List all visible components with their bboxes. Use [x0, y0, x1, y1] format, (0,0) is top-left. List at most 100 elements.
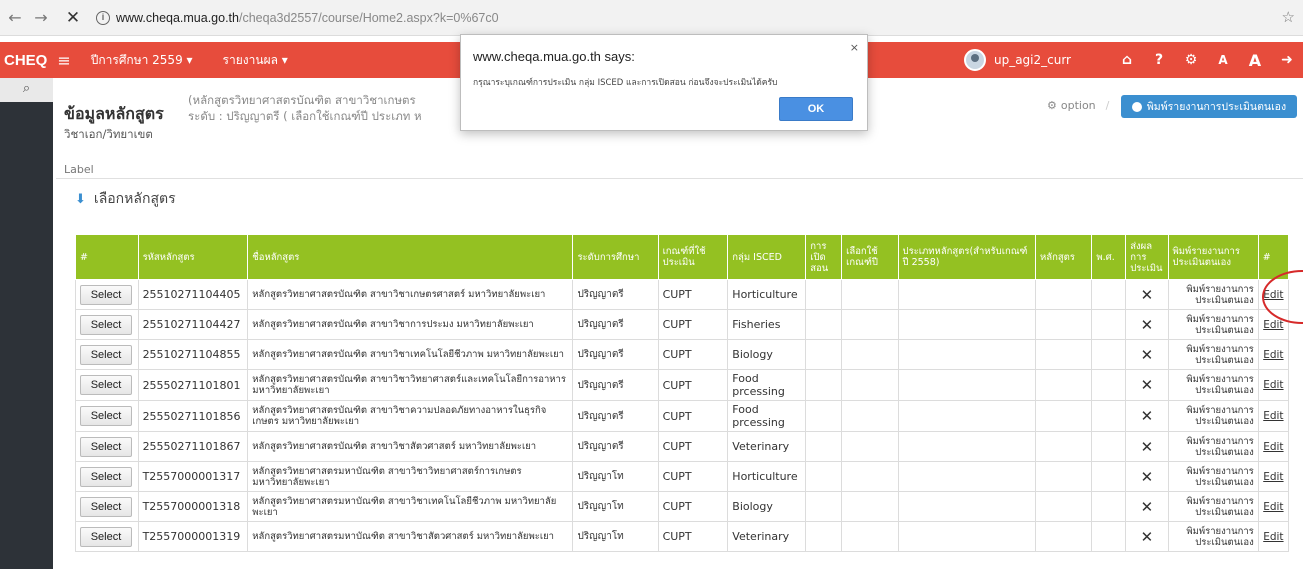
url-path: /cheqa3d2557/course/Home2.aspx?k=0%67c0 — [239, 11, 499, 25]
teaching-cell — [805, 431, 843, 462]
select-cell: Select — [75, 521, 139, 552]
search-icon[interactable]: ⌕ — [0, 78, 53, 102]
course-table: # รหัสหลักสูตร ชื่อหลักสูตร ระดับการศึกษ… — [75, 234, 1290, 552]
back-arrow-icon[interactable]: ← — [4, 8, 26, 27]
select-button[interactable]: Select — [80, 314, 132, 335]
table-row: Select 25550271101801 หลักสูตรวิทยาศาสตรบั… — [75, 369, 1290, 401]
edit-link[interactable]: Edit — [1257, 339, 1290, 370]
course-type-cell — [897, 431, 1036, 462]
course-level: ปริญญาโท — [572, 461, 659, 492]
course-level: ปริญญาตรี — [572, 400, 659, 432]
font-increase-icon[interactable]: A — [1239, 51, 1271, 70]
criteria-year-cell — [841, 369, 899, 401]
font-decrease-icon[interactable]: A — [1207, 53, 1239, 67]
avatar — [963, 49, 986, 71]
select-button[interactable]: Select — [80, 375, 132, 395]
select-cell: Select — [75, 279, 139, 310]
print-report-link[interactable]: พิมพ์รายงานการประเมินตนเอง — [1167, 461, 1259, 492]
alert-dialog: www.cheqa.mua.go.th says: × กรุณาระบุเกณ… — [460, 34, 868, 131]
course-criteria: CUPT — [657, 521, 729, 552]
course-criteria: CUPT — [657, 369, 729, 401]
not-submitted-icon: ✕ — [1125, 491, 1169, 522]
select-cell: Select — [75, 461, 139, 492]
not-submitted-icon: ✕ — [1125, 521, 1169, 552]
select-button[interactable]: Select — [80, 344, 132, 365]
print-report-link[interactable]: พิมพ์รายงานการประเมินตนเอง — [1167, 431, 1259, 462]
site-info-icon[interactable]: i — [96, 11, 110, 25]
close-icon[interactable]: × — [850, 41, 859, 54]
course-cell — [1034, 339, 1093, 370]
not-submitted-icon: ✕ — [1125, 309, 1169, 340]
edit-link[interactable]: Edit — [1257, 461, 1290, 492]
course-isced: Veterinary — [727, 521, 807, 552]
year-cell — [1091, 461, 1127, 492]
teaching-cell — [805, 369, 843, 401]
print-self-assessment-button[interactable]: พิมพ์รายงานการประเมินตนเอง — [1121, 95, 1297, 118]
course-name: หลักสูตรวิทยาศาสตรบัณฑิต สาขาวิชาวิทยาศา… — [247, 369, 574, 401]
select-button[interactable]: Select — [80, 466, 132, 487]
edit-link[interactable]: Edit — [1257, 491, 1290, 522]
bookmark-star-icon[interactable]: ☆ — [1282, 8, 1295, 26]
course-criteria: CUPT — [657, 339, 729, 370]
home-icon[interactable]: ⌂ — [1111, 52, 1143, 68]
course-type-cell — [897, 339, 1036, 370]
address-bar[interactable]: i www.cheqa.mua.go.th/cheqa3d2557/course… — [96, 6, 1276, 30]
not-submitted-icon: ✕ — [1125, 339, 1169, 370]
year-cell — [1091, 369, 1127, 401]
edit-link[interactable]: Edit — [1257, 400, 1290, 432]
settings-icon[interactable]: ⚙ — [1175, 52, 1207, 68]
course-cell — [1034, 400, 1093, 432]
print-report-link[interactable]: พิมพ์รายงานการประเมินตนเอง — [1167, 400, 1259, 432]
print-report-link[interactable]: พิมพ์รายงานการประเมินตนเอง — [1167, 309, 1259, 340]
forward-arrow-icon[interactable]: → — [30, 8, 52, 27]
logout-icon[interactable]: ➜ — [1271, 52, 1303, 68]
download-icon: ⬇ — [75, 191, 86, 207]
option-link[interactable]: ⚙ option / — [1047, 99, 1109, 112]
table-row: Select 25510271104405 หลักสูตรวิทยาศาสตรบั… — [75, 279, 1290, 310]
course-isced: Horticulture — [727, 279, 807, 310]
course-code: T2557000001318 — [137, 491, 249, 522]
col-criteria-year: เลือกใช้เกณฑ์ปี — [841, 234, 899, 280]
criteria-year-cell — [841, 431, 899, 462]
course-type-cell — [897, 461, 1036, 492]
course-isced: Veterinary — [727, 431, 807, 462]
help-icon[interactable]: ? — [1143, 52, 1175, 68]
course-cell — [1034, 431, 1093, 462]
print-button-label: พิมพ์รายงานการประเมินตนเอง — [1146, 101, 1287, 113]
stop-loading-icon[interactable]: ✕ — [62, 8, 84, 28]
edit-link[interactable]: Edit — [1257, 369, 1290, 401]
brand-logo[interactable]: CHEQ — [4, 52, 47, 69]
edit-link[interactable]: Edit — [1257, 521, 1290, 552]
user-menu[interactable]: up_agi2_curr — [963, 49, 1071, 71]
course-name: หลักสูตรวิทยาศาสตรมหาบัณฑิต สาขาวิชาวิทย… — [247, 461, 574, 492]
table-row: Select 25550271101856 หลักสูตรวิทยาศาสตรบั… — [75, 400, 1290, 432]
select-button[interactable]: Select — [80, 436, 132, 457]
col-submit: ส่งผลการประเมิน — [1125, 234, 1169, 280]
course-isced: Biology — [727, 339, 807, 370]
print-report-link[interactable]: พิมพ์รายงานการประเมินตนเอง — [1167, 521, 1259, 552]
course-isced: Food prcessing — [727, 369, 807, 401]
print-report-link[interactable]: พิมพ์รายงานการประเมินตนเอง — [1167, 491, 1259, 522]
print-report-link[interactable]: พิมพ์รายงานการประเมินตนเอง — [1167, 339, 1259, 370]
not-submitted-icon: ✕ — [1125, 400, 1169, 432]
edit-link[interactable]: Edit — [1257, 431, 1290, 462]
menu-reports[interactable]: รายงานผล ▾ — [223, 51, 288, 70]
print-report-link[interactable]: พิมพ์รายงานการประเมินตนเอง — [1167, 369, 1259, 401]
page-title: ข้อมูลหลักสูตร — [64, 104, 164, 123]
year-cell — [1091, 279, 1127, 310]
print-report-link[interactable]: พิมพ์รายงานการประเมินตนเอง — [1167, 279, 1259, 310]
select-button[interactable]: Select — [80, 496, 132, 517]
select-button[interactable]: Select — [80, 526, 132, 547]
year-cell — [1091, 521, 1127, 552]
menu-academic-year[interactable]: ปีการศึกษา 2559 ▾ — [91, 51, 193, 70]
select-button[interactable]: Select — [80, 406, 132, 426]
course-type-cell — [897, 309, 1036, 340]
year-cell — [1091, 400, 1127, 432]
course-code: 25510271104427 — [137, 309, 249, 340]
table-row: Select 25510271104855 หลักสูตรวิทยาศาสตรบั… — [75, 339, 1290, 370]
col-print-report: พิมพ์รายงานการประเมินตนเอง — [1167, 234, 1259, 280]
select-button[interactable]: Select — [80, 284, 132, 305]
course-cell — [1034, 279, 1093, 310]
ok-button[interactable]: OK — [779, 97, 853, 121]
menu-toggle-icon[interactable]: ≡ — [57, 51, 70, 70]
